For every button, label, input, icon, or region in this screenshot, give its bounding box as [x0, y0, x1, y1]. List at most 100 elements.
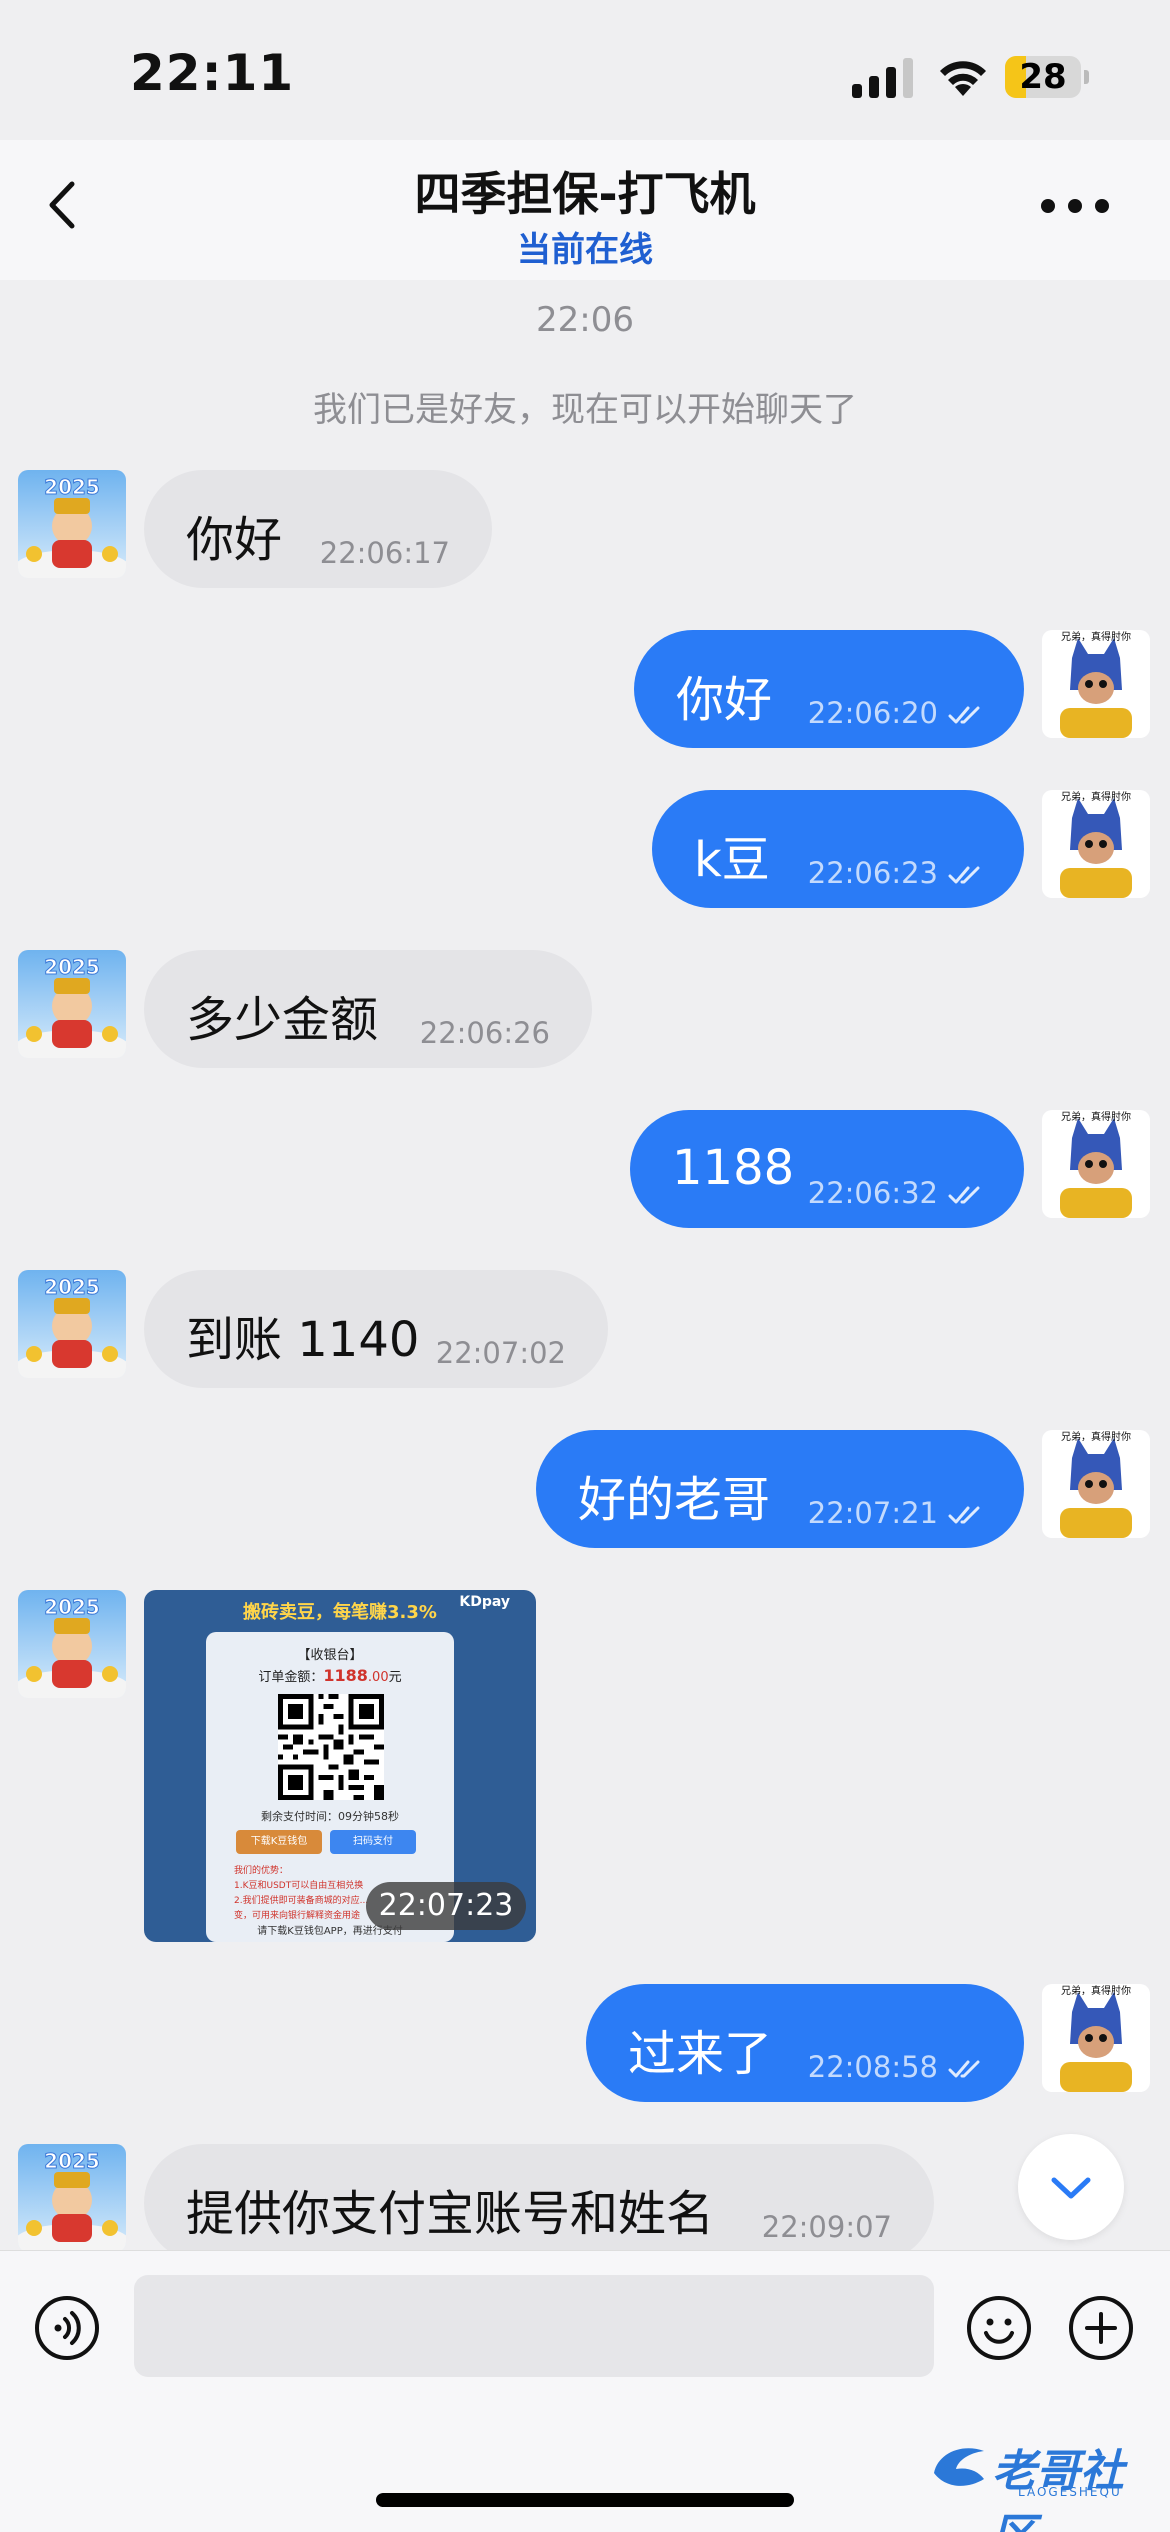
cat-mask-avatar-image: 兄弟，真得肘你	[1042, 630, 1150, 738]
my-avatar[interactable]: 兄弟，真得肘你	[1042, 1110, 1150, 1218]
avatar-caption: 兄弟，真得肘你	[1061, 1984, 1131, 1997]
online-status: 当前在线	[517, 230, 653, 270]
contact-avatar[interactable]: 2025	[18, 1590, 126, 1698]
download-wallet-button-image: 下载K豆钱包	[236, 1830, 322, 1854]
message-list[interactable]: 22:06 我们已是好友，现在可以开始聊天了 2025 你好 22:06:17 …	[0, 280, 1170, 2250]
plus-circle-icon	[1069, 2296, 1133, 2360]
my-avatar[interactable]: 兄弟，真得肘你	[1042, 1984, 1150, 2092]
watermark-text: 老哥社区	[992, 2446, 1124, 2532]
message-text: 多少金额	[186, 992, 379, 1048]
cat-mask-avatar-image: 兄弟，真得肘你	[1042, 1110, 1150, 1218]
contact-avatar[interactable]: 2025	[18, 1270, 126, 1378]
message-text: 好的老哥	[578, 1472, 771, 1528]
composer-bar: 老哥社区 LAOGESHEQU	[0, 2250, 1170, 2532]
my-avatar[interactable]: 兄弟，真得肘你	[1042, 1430, 1150, 1538]
more-options-button[interactable]	[1038, 176, 1112, 236]
read-double-check-icon	[948, 866, 980, 884]
message-text: 1188	[672, 1140, 795, 1196]
message-text: 过来了	[628, 2026, 773, 2082]
message-input[interactable]	[134, 2275, 934, 2377]
status-time: 22:11	[130, 44, 295, 102]
outgoing-message[interactable]: 好的老哥 22:07:21	[536, 1430, 1024, 1548]
avatar-caption: 兄弟，真得肘你	[1061, 790, 1131, 803]
cat-mask-avatar-image: 兄弟，真得肘你	[1042, 1430, 1150, 1538]
cashier-title: 【收银台】	[297, 1648, 363, 1663]
message-time: 22:08:58	[807, 2050, 938, 2084]
system-notice: 我们已是好友，现在可以开始聊天了	[313, 390, 857, 430]
outgoing-message[interactable]: 1188 22:06:32	[630, 1110, 1024, 1228]
smiley-icon	[967, 2296, 1031, 2360]
read-double-check-icon	[948, 2060, 980, 2078]
my-avatar[interactable]: 兄弟，真得肘你	[1042, 630, 1150, 738]
add-attachment-button[interactable]	[1068, 2295, 1134, 2361]
message-text: k豆	[694, 832, 770, 888]
message-time: 22:06:17	[319, 536, 450, 570]
battery-tip	[1084, 70, 1089, 84]
avatar-caption: 兄弟，真得肘你	[1061, 1430, 1131, 1443]
fortune-god-avatar-image: 2025	[18, 470, 126, 578]
read-double-check-icon	[948, 1186, 980, 1204]
avatar-year-label: 2025	[44, 1595, 100, 1619]
message-time: 22:09:07	[761, 2210, 892, 2244]
image-time: 22:07:23	[366, 1882, 526, 1930]
fortune-god-avatar-image: 2025	[18, 1270, 126, 1378]
order-amount-label: 订单金额：	[258, 1670, 324, 1685]
my-avatar[interactable]: 兄弟，真得肘你	[1042, 790, 1150, 898]
chat-header: 四季担保-打飞机 当前在线	[0, 140, 1170, 280]
battery-indicator: 28	[1005, 56, 1089, 98]
cat-mask-avatar-image: 兄弟，真得肘你	[1042, 790, 1150, 898]
fortune-god-avatar-image: 2025	[18, 2144, 126, 2250]
watermark-logo: 老哥社区 LAOGESHEQU	[928, 2429, 1164, 2532]
message-text: 你好	[676, 672, 773, 728]
order-amount-unit: 元	[388, 1670, 402, 1685]
contact-avatar[interactable]: 2025	[18, 470, 126, 578]
qr-code-image	[278, 1694, 384, 1800]
cat-mask-avatar-image: 兄弟，真得肘你	[1042, 1984, 1150, 2092]
message-time: 22:06:23	[807, 856, 938, 890]
incoming-message[interactable]: 提供你支付宝账号和姓名 22:09:07	[144, 2144, 934, 2250]
avatar-year-label: 2025	[44, 2149, 100, 2173]
order-amount-cents: .00	[367, 1670, 389, 1685]
avatar-caption: 兄弟，真得肘你	[1061, 1110, 1131, 1123]
chat-title: 四季担保-打飞机	[414, 167, 756, 221]
chevron-down-icon	[1051, 2177, 1091, 2199]
message-time: 22:07:21	[807, 1496, 938, 1530]
dragon-logo-icon	[934, 2448, 984, 2486]
message-time: 22:07:02	[435, 1336, 566, 1370]
watermark-subtext: LAOGESHEQU	[1018, 2485, 1122, 2499]
incoming-message[interactable]: 多少金额 22:06:26	[144, 950, 592, 1068]
voice-input-button[interactable]	[34, 2295, 100, 2361]
message-time: 22:06:20	[807, 696, 938, 730]
status-bar: 22:11 28	[0, 0, 1170, 140]
message-time: 22:06:26	[419, 1016, 550, 1050]
fortune-god-avatar-image: 2025	[18, 1590, 126, 1698]
outgoing-message[interactable]: 过来了 22:08:58	[586, 1984, 1024, 2102]
avatar-caption: 兄弟，真得肘你	[1061, 630, 1131, 643]
cellular-signal-icon	[852, 58, 913, 98]
fortune-god-avatar-image: 2025	[18, 950, 126, 1058]
incoming-message[interactable]: 到账 1140 22:07:02	[144, 1270, 608, 1388]
incoming-message[interactable]: 你好 22:06:17	[144, 470, 492, 588]
message-text: 你好	[186, 512, 283, 568]
avatar-year-label: 2025	[44, 1275, 100, 1299]
message-text: 到账 1140	[186, 1312, 420, 1368]
read-double-check-icon	[948, 1506, 980, 1524]
contact-avatar[interactable]: 2025	[18, 2144, 126, 2250]
scroll-to-bottom-button[interactable]	[1018, 2134, 1124, 2240]
order-amount-value: 1188	[323, 1666, 368, 1685]
outgoing-message[interactable]: 你好 22:06:20	[634, 630, 1024, 748]
scan-pay-button-image: 扫码支付	[330, 1830, 416, 1854]
remaining-time: 剩余支付时间：09分钟58秒	[261, 1810, 399, 1823]
order-amount: 订单金额：1188.00元	[206, 1666, 454, 1685]
message-time: 22:06:32	[807, 1176, 938, 1210]
voice-wave-icon	[35, 2296, 99, 2360]
battery-level: 28	[1019, 57, 1067, 97]
outgoing-message[interactable]: k豆 22:06:23	[652, 790, 1024, 908]
emoji-button[interactable]	[966, 2295, 1032, 2361]
avatar-year-label: 2025	[44, 475, 100, 499]
avatar-year-label: 2025	[44, 955, 100, 979]
image-message[interactable]: 搬砖卖豆，每笔赚3.3% KDpay 【收银台】 订单金额：1188.00元 剩…	[144, 1590, 536, 1942]
contact-avatar[interactable]: 2025	[18, 950, 126, 1058]
message-text: 提供你支付宝账号和姓名	[186, 2186, 715, 2242]
battery-body: 28	[1005, 56, 1081, 98]
